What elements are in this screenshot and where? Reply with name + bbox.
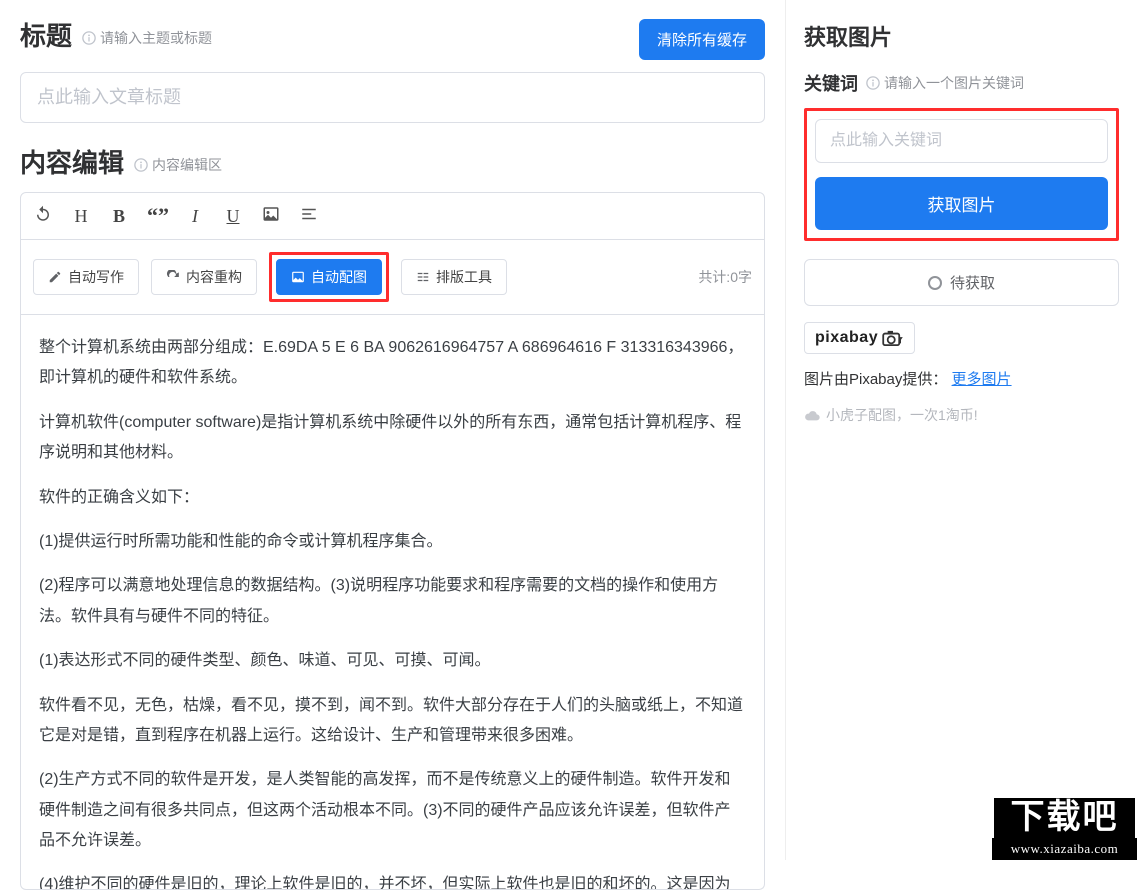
content-section-label: 内容编辑 (20, 143, 124, 180)
fetch-image-button[interactable]: 获取图片 (815, 177, 1108, 230)
pending-icon (928, 276, 942, 290)
editor-toolbar: H B “” I U (20, 192, 765, 240)
bold-icon[interactable]: B (109, 206, 129, 227)
undo-icon[interactable] (33, 205, 53, 228)
editor-paragraph: (2)程序可以满意地处理信息的数据结构。(3)说明程序功能要求和程序需要的文档的… (39, 571, 746, 632)
keyword-highlight-box: 获取图片 (804, 108, 1119, 241)
keyword-hint: 请输入一个图片关键词 (866, 73, 1024, 93)
content-header: 内容编辑 内容编辑区 (20, 143, 765, 180)
title-section-label: 标题 (20, 16, 72, 53)
heading-icon[interactable]: H (71, 206, 91, 227)
editor-paragraph: (2)生产方式不同的软件是开发，是人类智能的高发挥，而不是传统意义上的硬件制造。… (39, 765, 746, 856)
refresh-icon (166, 270, 180, 284)
picture-icon (291, 270, 305, 284)
editor-paragraph: 整个计算机系统由两部分组成：E.69DA 5 E 6 BA 9062616964… (39, 333, 746, 394)
auto-write-button[interactable]: 自动写作 (33, 259, 139, 295)
more-images-link[interactable]: 更多图片 (952, 371, 1012, 388)
watermark: 下载吧 www.xiazaiba.com (992, 796, 1137, 860)
auto-image-highlight: 自动配图 (269, 252, 389, 302)
provider-row: 图片由Pixabay提供： 更多图片 (804, 368, 1119, 389)
pencil-icon (48, 270, 62, 284)
keyword-label: 关键词 (804, 70, 858, 96)
info-icon (866, 76, 880, 90)
camera-icon (882, 330, 904, 346)
action-row: 自动写作 内容重构 自动配图 排版工具 共计:0字 (20, 240, 765, 315)
cloud-icon (804, 407, 820, 423)
editor-paragraph: 软件的正确含义如下： (39, 483, 746, 513)
footer-note: 小虎子配图，一次1淘币! (804, 405, 1119, 425)
pending-status: 待获取 (804, 259, 1119, 306)
content-hint: 内容编辑区 (134, 155, 222, 175)
image-icon[interactable] (261, 205, 281, 228)
italic-icon[interactable]: I (185, 206, 205, 227)
editor-paragraph: 计算机软件(computer software)是指计算机系统中除硬件以外的所有… (39, 408, 746, 469)
char-count: 共计:0字 (698, 267, 752, 287)
layout-tool-button[interactable]: 排版工具 (401, 259, 507, 295)
sidebar-title: 获取图片 (804, 20, 1119, 52)
article-title-input[interactable] (20, 72, 765, 123)
title-header: 标题 请输入主题或标题 清除所有缓存 (20, 16, 765, 60)
underline-icon[interactable]: U (223, 206, 243, 227)
editor-paragraph: (4)维护不同的硬件是旧的，理论上软件是旧的，并不坏，但实际上软件也是旧的和坏的… (39, 870, 746, 890)
layout-icon (416, 270, 430, 284)
align-icon[interactable] (299, 205, 319, 228)
pixabay-badge: pixabay (804, 322, 915, 354)
rebuild-button[interactable]: 内容重构 (151, 259, 257, 295)
info-icon (134, 158, 148, 172)
editor-paragraph: 软件看不见，无色，枯燥，看不见，摸不到，闻不到。软件大部分存在于人们的头脑或纸上… (39, 691, 746, 752)
editor-content[interactable]: 整个计算机系统由两部分组成：E.69DA 5 E 6 BA 9062616964… (20, 315, 765, 890)
quote-icon[interactable]: “” (147, 203, 167, 229)
image-sidebar: 获取图片 关键词 请输入一个图片关键词 获取图片 待获取 pixabay 图片由… (785, 0, 1137, 860)
auto-image-button[interactable]: 自动配图 (276, 259, 382, 295)
keyword-input[interactable] (815, 119, 1108, 163)
info-icon (82, 31, 96, 45)
editor-paragraph: (1)提供运行时所需功能和性能的命令或计算机程序集合。 (39, 527, 746, 557)
editor-paragraph: (1)表达形式不同的硬件类型、颜色、味道、可见、可摸、可闻。 (39, 646, 746, 676)
clear-cache-button[interactable]: 清除所有缓存 (639, 19, 765, 60)
title-hint: 请输入主题或标题 (82, 28, 212, 48)
